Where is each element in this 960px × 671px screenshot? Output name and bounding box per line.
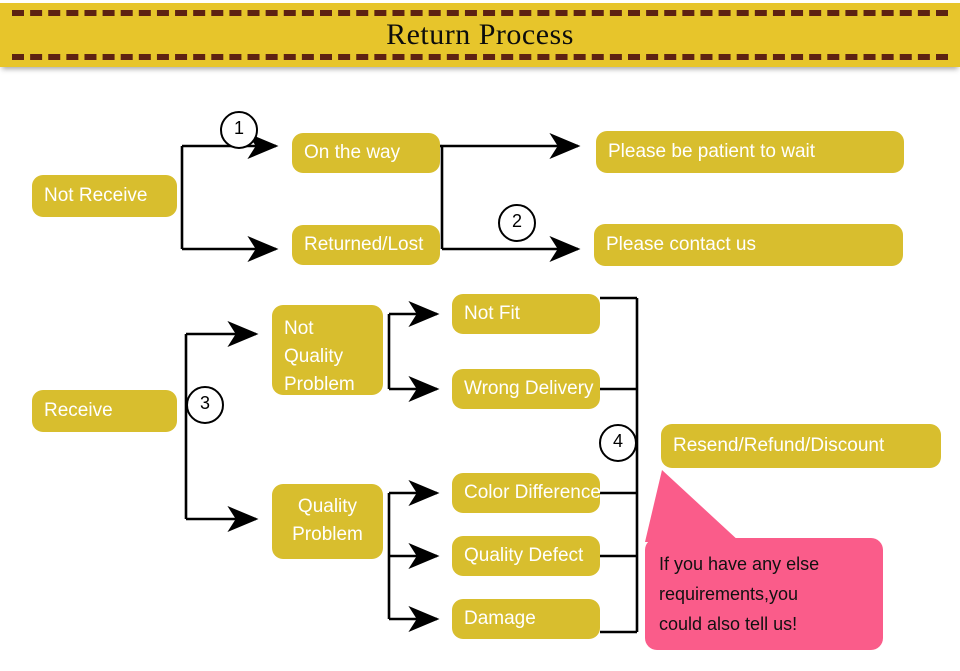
- node-not-receive[interactable]: Not Receive: [32, 175, 177, 217]
- node-receive[interactable]: Receive: [32, 390, 177, 432]
- node-label: Damage: [464, 608, 536, 629]
- node-wrong-delivery[interactable]: Wrong Delivery: [452, 369, 600, 409]
- callout-line-2: requirements,you: [659, 584, 799, 604]
- node-label: Resend/Refund/Discount: [673, 435, 885, 456]
- node-on-the-way[interactable]: On the way: [292, 133, 440, 173]
- node-label: Please contact us: [606, 234, 756, 255]
- node-quality-defect[interactable]: Quality Defect: [452, 536, 600, 576]
- node-returned-lost[interactable]: Returned/Lost: [292, 225, 440, 265]
- node-damage[interactable]: Damage: [452, 599, 600, 639]
- node-label: On the way: [304, 142, 401, 163]
- node-label: Not Receive: [44, 185, 148, 206]
- node-label: Returned/Lost: [304, 234, 424, 255]
- node-resend-refund-discount[interactable]: Resend/Refund/Discount: [661, 424, 941, 468]
- step-marker-2: 2: [498, 204, 536, 242]
- step-marker-3: 3: [186, 386, 224, 424]
- node-label: Receive: [44, 400, 113, 421]
- node-label: Quality Problem: [292, 496, 363, 545]
- step-marker-label: 1: [233, 118, 244, 138]
- node-label: Not Quality Problem: [284, 318, 355, 395]
- callout-line-1: If you have any else: [659, 554, 820, 574]
- step-marker-label: 3: [199, 393, 210, 413]
- flowchart-canvas: Not Receive On the way Returned/Lost Ple…: [0, 0, 960, 671]
- step-marker-1: 1: [220, 111, 258, 149]
- callout-line-3: could also tell us!: [659, 614, 798, 634]
- node-label: Color Difference: [464, 482, 601, 503]
- step-marker-label: 4: [612, 431, 623, 451]
- step-marker-4: 4: [599, 424, 637, 462]
- node-not-fit[interactable]: Not Fit: [452, 294, 600, 334]
- node-quality-problem[interactable]: Quality Problem: [272, 484, 383, 559]
- callout-tail: [645, 470, 740, 542]
- node-label: Not Fit: [464, 303, 520, 324]
- step-marker-label: 2: [511, 211, 522, 231]
- node-label: Please be patient to wait: [608, 141, 816, 162]
- node-please-contact-us[interactable]: Please contact us: [594, 224, 903, 266]
- node-color-difference[interactable]: Color Difference: [452, 473, 601, 513]
- callout-bubble: If you have any else requirements,you co…: [645, 538, 883, 650]
- node-not-quality-problem[interactable]: Not Quality Problem: [272, 305, 383, 395]
- node-please-be-patient-to-wait[interactable]: Please be patient to wait: [596, 131, 904, 173]
- node-label: Quality Defect: [464, 545, 584, 566]
- node-label: Wrong Delivery: [464, 378, 594, 399]
